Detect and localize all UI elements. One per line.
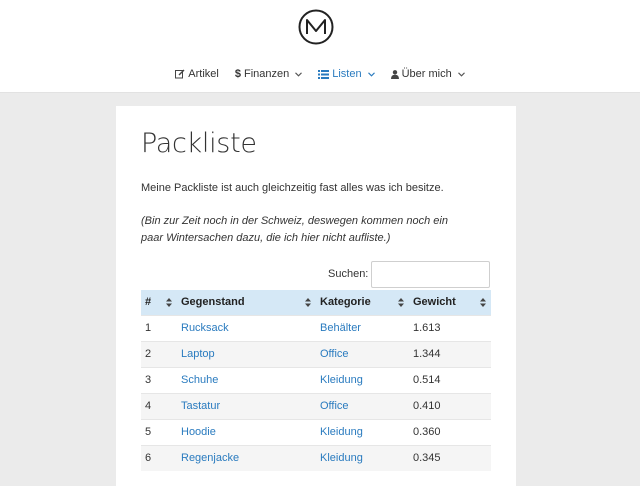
item-link[interactable]: Schuhe bbox=[181, 374, 218, 386]
category-link[interactable]: Office bbox=[320, 400, 349, 412]
column-header-label: Gewicht bbox=[413, 296, 456, 309]
table-row: 3 Schuhe Kleidung 0.514 bbox=[141, 366, 491, 393]
cell-number: 5 bbox=[141, 418, 177, 445]
cell-number: 4 bbox=[141, 392, 177, 419]
column-header-label: Gegenstand bbox=[181, 296, 245, 309]
sort-icon bbox=[398, 298, 404, 310]
cell-weight: 1.613 bbox=[409, 314, 491, 341]
list-icon bbox=[318, 69, 330, 79]
table-row: 5 Hoodie Kleidung 0.360 bbox=[141, 418, 491, 445]
packing-table: # Gegenstand Kategorie Gewicht 1 Rucksac… bbox=[141, 290, 491, 471]
column-header-gegenstand[interactable]: Gegenstand bbox=[177, 290, 316, 315]
logo-icon bbox=[298, 9, 334, 45]
table-row: 4 Tastatur Office 0.410 bbox=[141, 392, 491, 419]
column-header-label: Kategorie bbox=[320, 296, 371, 309]
category-link[interactable]: Kleidung bbox=[320, 374, 363, 386]
column-header-number[interactable]: # bbox=[141, 290, 177, 315]
cell-weight: 0.345 bbox=[409, 444, 491, 471]
cell-weight: 0.360 bbox=[409, 418, 491, 445]
cell-weight: 0.410 bbox=[409, 392, 491, 419]
nav-label: Über mich bbox=[401, 68, 452, 80]
nav-label: Artikel bbox=[188, 68, 219, 80]
sort-icon bbox=[480, 298, 486, 310]
category-link[interactable]: Office bbox=[320, 348, 349, 360]
note-text: (Bin zur Zeit noch in der Schweiz, deswe… bbox=[141, 215, 448, 244]
cell-number: 2 bbox=[141, 340, 177, 367]
table-row: 1 Rucksack Behälter 1.613 bbox=[141, 314, 491, 341]
nav-item-artikel[interactable]: Artikel bbox=[175, 64, 219, 84]
item-link[interactable]: Rucksack bbox=[181, 322, 229, 334]
item-link[interactable]: Regenjacke bbox=[181, 452, 239, 464]
category-link[interactable]: Kleidung bbox=[320, 426, 363, 438]
intro-text: Meine Packliste ist auch gleichzeitig fa… bbox=[141, 182, 444, 194]
cell-number: 1 bbox=[141, 314, 177, 341]
item-link[interactable]: Laptop bbox=[181, 348, 215, 360]
item-link[interactable]: Hoodie bbox=[181, 426, 216, 438]
site-logo[interactable] bbox=[298, 9, 334, 45]
nav-item-ueber-mich[interactable]: Über mich bbox=[390, 64, 465, 84]
nav-label: Finanzen bbox=[243, 68, 290, 80]
nav-item-listen[interactable]: Listen bbox=[318, 64, 375, 84]
search-input[interactable] bbox=[371, 261, 490, 288]
column-header-kategorie[interactable]: Kategorie bbox=[316, 290, 409, 315]
site-header: Artikel $ Finanzen Listen Über mich bbox=[0, 0, 640, 93]
search-label: Suchen: bbox=[328, 268, 369, 280]
cell-number: 6 bbox=[141, 444, 177, 471]
item-link[interactable]: Tastatur bbox=[181, 400, 220, 412]
column-header-label: # bbox=[145, 296, 152, 309]
cell-weight: 1.344 bbox=[409, 340, 491, 367]
table-row: 2 Laptop Office 1.344 bbox=[141, 340, 491, 367]
chevron-down-icon bbox=[457, 71, 465, 77]
sort-icon bbox=[166, 298, 172, 310]
edit-icon bbox=[175, 69, 185, 79]
table-header-row: # Gegenstand Kategorie Gewicht bbox=[141, 290, 491, 315]
category-link[interactable]: Kleidung bbox=[320, 452, 363, 464]
category-link[interactable]: Behälter bbox=[320, 322, 361, 334]
main-nav: Artikel $ Finanzen Listen Über mich bbox=[0, 64, 640, 84]
cell-weight: 0.514 bbox=[409, 366, 491, 393]
nav-label: Listen bbox=[332, 68, 362, 80]
column-header-gewicht[interactable]: Gewicht bbox=[409, 290, 491, 315]
nav-item-finanzen[interactable]: $ Finanzen bbox=[234, 64, 303, 84]
table-row: 6 Regenjacke Kleidung 0.345 bbox=[141, 444, 491, 471]
chevron-down-icon bbox=[367, 71, 375, 77]
sort-icon bbox=[305, 298, 311, 310]
user-icon bbox=[390, 69, 399, 79]
dollar-icon: $ bbox=[234, 68, 241, 80]
chevron-down-icon bbox=[295, 71, 303, 77]
cell-number: 3 bbox=[141, 366, 177, 393]
page-title: Packliste bbox=[141, 128, 257, 159]
